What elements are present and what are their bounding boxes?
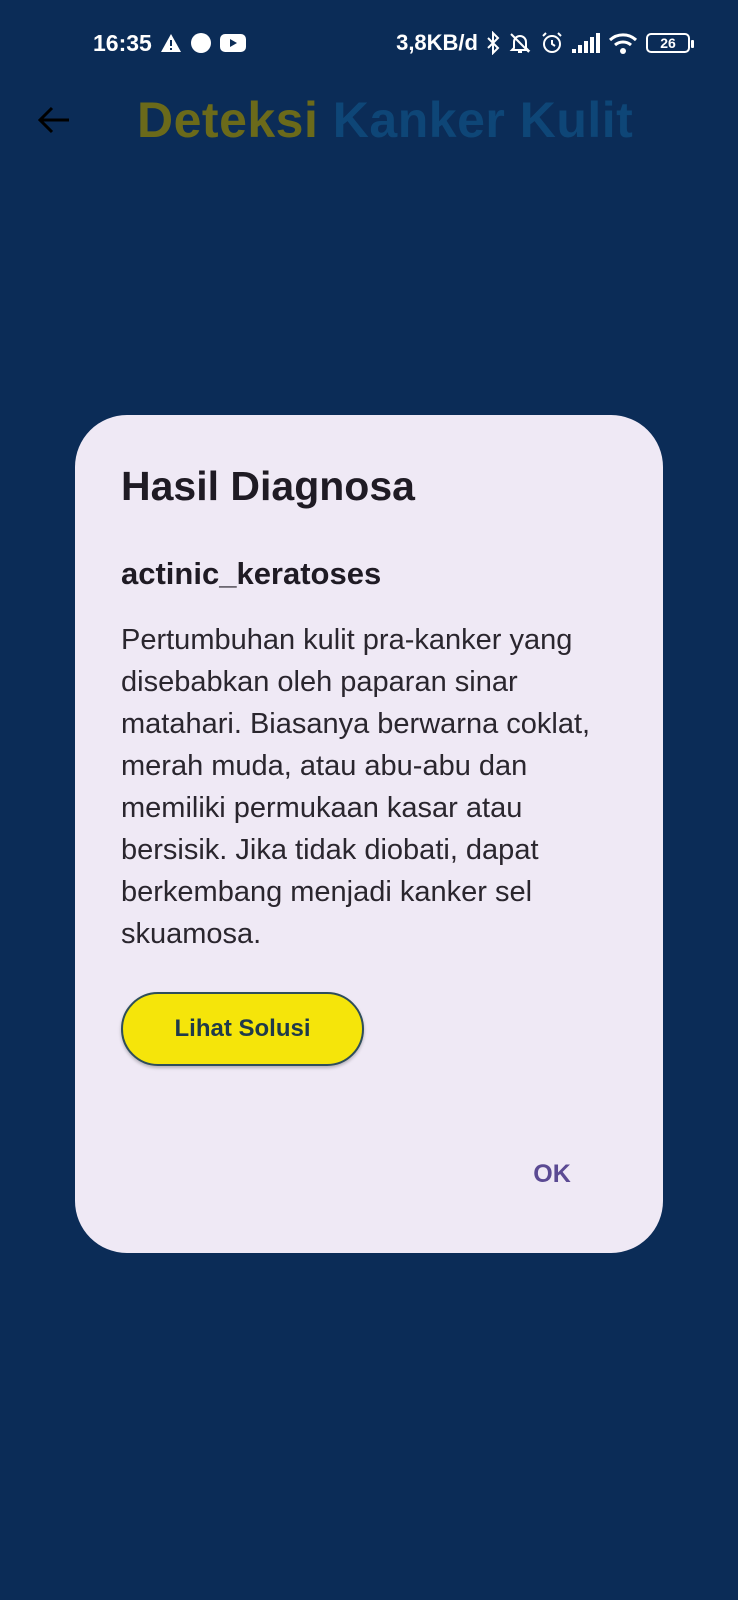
arrow-back-icon — [37, 105, 71, 135]
status-right: 3,8KB/d 26 — [396, 28, 694, 58]
status-bar: 16:35 3,8KB/d 26 — [0, 0, 738, 86]
ok-button[interactable]: OK — [513, 1148, 591, 1200]
battery-level: 26 — [660, 35, 676, 51]
signal-icon — [572, 33, 600, 53]
diagnosis-name: actinic_keratoses — [121, 556, 382, 591]
bell-off-icon — [508, 31, 532, 55]
warning-icon — [160, 33, 182, 53]
diagnosis-description: Pertumbuhan kulit pra-kanker yang diseba… — [121, 624, 591, 950]
battery-icon: 26 — [646, 33, 694, 53]
circle-icon — [190, 32, 212, 54]
alarm-icon — [540, 31, 564, 55]
network-speed: 3,8KB/d — [396, 30, 478, 55]
view-solution-button[interactable]: Lihat Solusi — [121, 992, 364, 1066]
app-title-part2: Kanker Kulit — [332, 92, 634, 148]
bluetooth-icon — [486, 31, 500, 55]
dialog-title: Hasil Diagnosa — [121, 463, 415, 509]
status-left: 16:35 — [93, 28, 246, 58]
diagnosis-dialog: Hasil Diagnosa actinic_keratoses Pertumb… — [75, 415, 663, 1253]
app-bar: Deteksi Kanker Kulit — [0, 86, 738, 156]
wifi-icon — [608, 32, 638, 54]
status-time: 16:35 — [93, 29, 152, 56]
app-title: Deteksi Kanker Kulit — [137, 90, 633, 150]
youtube-icon — [219, 33, 246, 53]
app-title-part1: Deteksi — [137, 92, 319, 148]
back-button[interactable] — [30, 96, 78, 144]
